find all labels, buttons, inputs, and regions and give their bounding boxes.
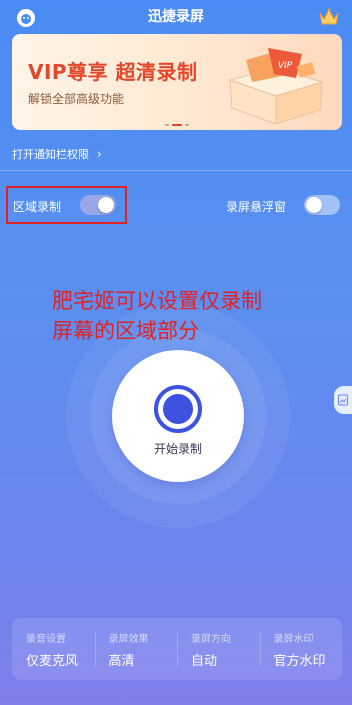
- quality-setting-label: 录屏效果: [108, 634, 149, 645]
- recording-settings-bar: 录音设置 仅麦克风 录屏效果 高清 录屏方向 自动 录屏水印 官方水印: [12, 618, 342, 680]
- start-recording-button[interactable]: 开始录制: [112, 350, 244, 482]
- watermark-setting-value: 官方水印: [273, 654, 326, 669]
- region-record-label: 区域录制: [13, 200, 62, 214]
- notification-permission-label: 打开通知栏权限: [12, 148, 89, 161]
- carousel-dots: [12, 124, 342, 126]
- orientation-setting[interactable]: 录屏方向 自动: [177, 618, 260, 680]
- orientation-setting-value: 自动: [191, 654, 218, 669]
- crown-icon[interactable]: [318, 7, 340, 27]
- floating-window-label: 录屏悬浮窗: [226, 200, 287, 214]
- watermark-setting[interactable]: 录屏水印 官方水印: [259, 618, 343, 680]
- orientation-setting-label: 录屏方向: [191, 634, 231, 645]
- image-icon: [338, 394, 348, 406]
- vip-banner[interactable]: VIP尊享 超清录制 解锁全部高级功能 VIP: [12, 34, 342, 130]
- quality-setting[interactable]: 录屏效果 高清: [94, 618, 178, 680]
- audio-setting[interactable]: 录音设置 仅麦克风: [12, 618, 95, 680]
- annotation-line-2: 屏幕的区域部分: [52, 319, 199, 343]
- start-recording-label: 开始录制: [153, 442, 202, 456]
- side-tab[interactable]: [334, 386, 352, 414]
- annotation-line-1: 肥宅姬可以设置仅录制: [52, 289, 262, 313]
- record-icon: [154, 385, 202, 433]
- gift-box-icon: VIP: [228, 48, 324, 125]
- notification-permission-link[interactable]: 打开通知栏权限 ›: [12, 146, 102, 162]
- svg-text:VIP: VIP: [278, 61, 293, 71]
- quality-setting-value: 高清: [108, 654, 135, 669]
- region-record-toggle[interactable]: [80, 195, 116, 215]
- divider: [0, 170, 352, 171]
- page-title: 迅捷录屏: [148, 9, 204, 25]
- vip-banner-subtitle: 解锁全部高级功能: [28, 92, 125, 106]
- watermark-setting-label: 录屏水印: [273, 634, 314, 645]
- vip-banner-title: VIP尊享 超清录制: [28, 60, 198, 84]
- audio-setting-label: 录音设置: [26, 634, 66, 645]
- chevron-right-icon: ›: [97, 147, 102, 161]
- annotation-text: 肥宅姬可以设置仅录制 屏幕的区域部分: [52, 286, 332, 346]
- audio-setting-value: 仅麦克风: [26, 654, 79, 669]
- floating-window-toggle[interactable]: [304, 195, 340, 215]
- app-header: 迅捷录屏: [0, 0, 352, 32]
